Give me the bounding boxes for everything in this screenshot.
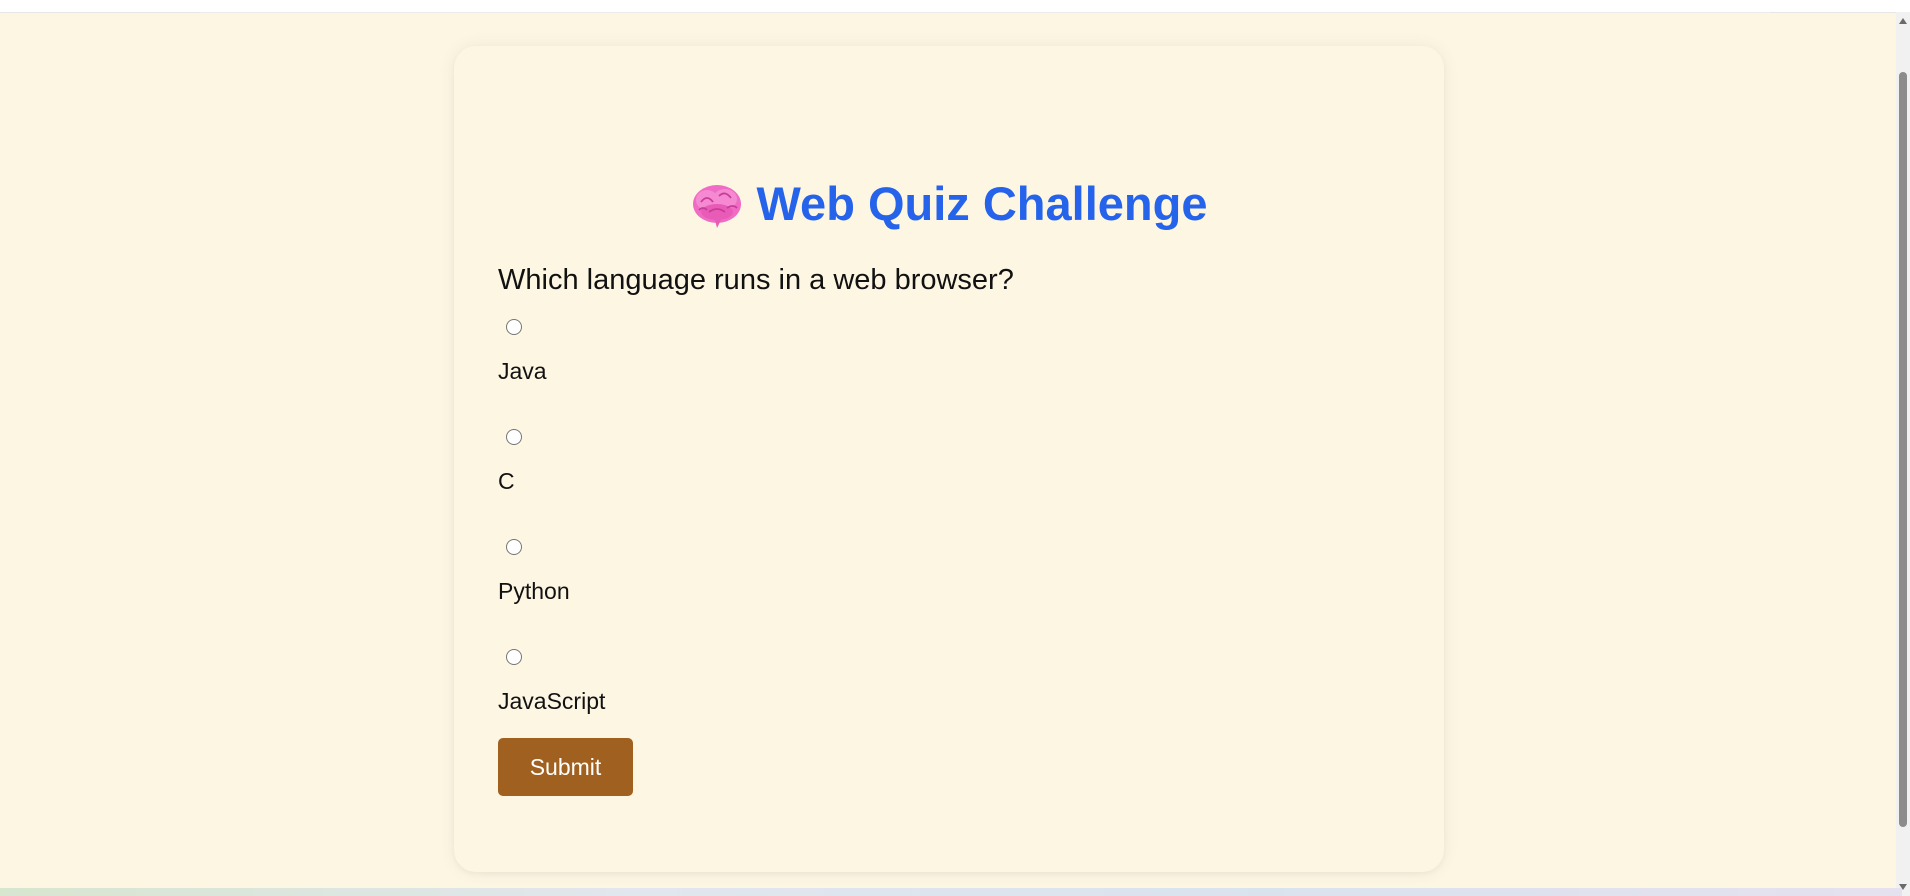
bottom-edge-strip	[0, 888, 1902, 896]
browser-address-area	[200, 0, 1770, 13]
brain-icon	[691, 182, 743, 242]
option-label-java[interactable]: Java	[498, 358, 547, 385]
scroll-up-icon[interactable]	[1899, 18, 1907, 24]
radio-java[interactable]	[506, 319, 522, 335]
quiz-card: Web Quiz Challenge Which language runs i…	[454, 46, 1444, 872]
radio-python[interactable]	[506, 539, 522, 555]
answer-options: Java C Python JavaScript	[498, 316, 1198, 756]
title-text: Web Quiz Challenge	[756, 177, 1208, 230]
browser-top-strip	[0, 0, 1910, 13]
option-java: Java	[498, 316, 1198, 426]
option-label-c[interactable]: C	[498, 468, 515, 495]
submit-button[interactable]: Submit	[498, 738, 633, 796]
option-c: C	[498, 426, 1198, 536]
option-label-python[interactable]: Python	[498, 578, 570, 605]
question-text: Which language runs in a web browser?	[498, 264, 1014, 296]
radio-c[interactable]	[506, 429, 522, 445]
page-title: Web Quiz Challenge	[454, 176, 1444, 242]
vertical-scrollbar[interactable]	[1896, 12, 1910, 896]
radio-javascript[interactable]	[506, 649, 522, 665]
scrollbar-thumb[interactable]	[1899, 72, 1907, 827]
option-python: Python	[498, 536, 1198, 646]
option-label-javascript[interactable]: JavaScript	[498, 688, 605, 715]
